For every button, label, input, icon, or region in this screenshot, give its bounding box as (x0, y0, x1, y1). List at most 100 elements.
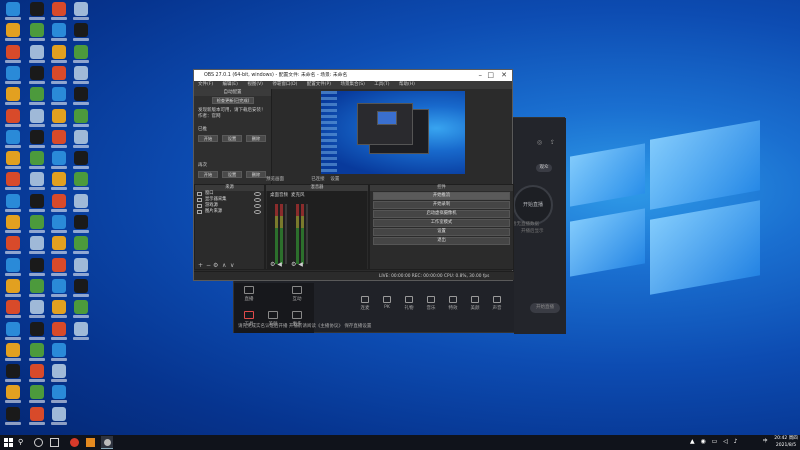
desktop-app-icon[interactable] (48, 300, 70, 320)
desktop-app-icon[interactable] (2, 385, 24, 405)
desktop-recycle-bin-icon[interactable] (70, 65, 92, 86)
clock[interactable]: 20:42 周四 2021/8/5 (773, 435, 799, 449)
menu-view[interactable]: 视图(V) (247, 82, 263, 87)
desktop-chrome-icon[interactable] (70, 236, 92, 256)
toolbar-sound[interactable]: 声音 (486, 296, 508, 311)
toolbar-link-mic[interactable]: 连麦 (354, 296, 376, 311)
desktop-edge-icon[interactable] (2, 257, 24, 278)
exit-button[interactable]: 退出 (373, 237, 510, 245)
add-source-icon[interactable]: + (198, 262, 203, 269)
virtual-camera-button[interactable]: 启动虚拟摄像机 (373, 210, 510, 218)
wizard-button[interactable]: 检查更新(已完成) (212, 97, 254, 104)
desktop-recycle-bin-icon[interactable] (70, 257, 92, 278)
desktop-chrome-icon[interactable] (70, 300, 92, 320)
desktop-qq-icon[interactable] (26, 257, 48, 278)
desktop-edge-icon[interactable] (2, 193, 24, 214)
settings-button[interactable]: 设置 (373, 228, 510, 236)
desktop-chrome-icon[interactable] (26, 23, 48, 43)
desktop-app-icon[interactable] (2, 278, 24, 299)
desktop-app-icon[interactable] (48, 236, 70, 256)
desktop-qq-icon[interactable] (70, 278, 92, 299)
obs-titlebar[interactable]: OBS 27.0.1 (64-bit, windows) - 配置文件: 未命名… (194, 70, 512, 81)
desktop-edge-icon[interactable] (2, 321, 24, 342)
task-view-icon[interactable] (34, 438, 43, 447)
desktop-edge-icon[interactable] (48, 278, 70, 299)
desktop-edge-icon[interactable] (2, 65, 24, 86)
desktop-chrome-icon[interactable] (26, 342, 48, 363)
desktop-recycle-bin-icon[interactable] (70, 129, 92, 150)
source-properties-icon[interactable]: ⚙ (213, 262, 218, 269)
desktop-recycle-bin-icon[interactable] (48, 364, 70, 384)
desktop-chrome-icon[interactable] (26, 385, 48, 405)
desktop-recycle-bin-icon[interactable] (26, 300, 48, 320)
desktop-chrome-icon[interactable] (26, 87, 48, 107)
desktop-wps-icon[interactable] (48, 129, 70, 150)
desktop-wps-icon[interactable] (48, 65, 70, 86)
desktop-edge-icon[interactable] (48, 215, 70, 235)
desktop-app-icon[interactable] (2, 215, 24, 235)
section1-delete-button[interactable]: 删除 (246, 135, 266, 142)
section1-start-button[interactable]: 开始 (198, 135, 218, 142)
obs-preview[interactable] (321, 91, 465, 174)
menu-scene-collection[interactable]: 场景集合(S) (340, 82, 364, 87)
desktop-qq-icon[interactable] (70, 151, 92, 171)
desktop-wps-icon[interactable] (48, 193, 70, 214)
start-streaming-button[interactable]: 开始推流 (373, 192, 510, 200)
desktop-qq-icon[interactable] (2, 406, 24, 427)
desktop-qq-icon[interactable] (26, 129, 48, 150)
menu-docks[interactable]: 停靠窗口(D) (272, 82, 297, 87)
menu-help[interactable]: 帮助(H) (399, 82, 415, 87)
section2-start-button[interactable]: 开始 (198, 171, 218, 178)
desktop-edge-icon[interactable] (48, 23, 70, 43)
live-app-top-icons[interactable]: ◎ ⇪ (537, 139, 558, 146)
desktop-qq-icon[interactable] (2, 364, 24, 384)
desktop-recycle-bin-icon[interactable] (70, 2, 92, 22)
menu-tools[interactable]: 工具(T) (374, 82, 389, 87)
desktop-wps-icon[interactable] (48, 257, 70, 278)
desktop-recycle-bin-icon[interactable] (70, 321, 92, 342)
desktop-recycle-bin-icon[interactable] (26, 108, 48, 129)
live-app-taskbar-icon[interactable] (86, 438, 95, 447)
toolbar-beauty[interactable]: 美颜 (464, 296, 486, 311)
desktop-recycle-bin-icon[interactable] (26, 172, 48, 192)
viewers-badge[interactable]: 观众 (536, 164, 552, 172)
desktop-chrome-icon[interactable] (70, 172, 92, 192)
move-down-icon[interactable]: ∨ (230, 262, 234, 269)
desktop-edge-icon[interactable] (48, 385, 70, 405)
desktop-wps-icon[interactable] (48, 2, 70, 22)
lang-indicator[interactable]: 中 (763, 438, 768, 445)
remove-source-icon[interactable]: − (206, 262, 211, 269)
desktop-wps-icon[interactable] (2, 300, 24, 320)
close-button[interactable]: ✕ (501, 70, 507, 81)
section1-settings-button[interactable]: 设置 (222, 135, 242, 142)
desktop-recycle-bin-icon[interactable] (70, 193, 92, 214)
start-live-circle-button[interactable]: 开始直播 (513, 185, 553, 225)
desktop-qq-icon[interactable] (70, 23, 92, 43)
desktop-recycle-bin-icon[interactable] (26, 236, 48, 256)
browser-taskbar-icon[interactable] (70, 438, 79, 447)
desktop-qq-icon[interactable] (26, 193, 48, 214)
volume-slider[interactable] (285, 204, 287, 264)
start-recording-button[interactable]: 开始录制 (373, 201, 510, 209)
menu-profile[interactable]: 配置文件(P) (307, 82, 331, 87)
desktop-chrome-icon[interactable] (70, 108, 92, 129)
menu-edit[interactable]: 编辑(E) (223, 82, 238, 87)
desktop-wps-icon[interactable] (2, 44, 24, 65)
desktop-qq-icon[interactable] (70, 215, 92, 235)
obs-taskbar-icon[interactable] (101, 436, 113, 449)
desktop-wps-icon[interactable] (26, 364, 48, 384)
tab-live[interactable]: 直播 (236, 286, 262, 302)
search-icon[interactable]: ⚲ (18, 438, 27, 447)
maximize-button[interactable]: □ (487, 70, 494, 81)
toolbar-pk[interactable]: PK (376, 296, 398, 310)
start-live-button[interactable]: 开始直播 (530, 303, 560, 313)
desktop-app-icon[interactable] (48, 44, 70, 65)
desktop-app-icon[interactable] (48, 108, 70, 129)
source-item[interactable]: 图片来源 (195, 209, 264, 215)
start-button[interactable] (4, 438, 13, 447)
desktop-chrome-icon[interactable] (70, 44, 92, 65)
section2-delete-button[interactable]: 删除 (246, 171, 266, 178)
toolbar-effects[interactable]: 特效 (442, 296, 464, 311)
desktop-edge-icon[interactable] (48, 87, 70, 107)
desktop-qq-icon[interactable] (70, 87, 92, 107)
